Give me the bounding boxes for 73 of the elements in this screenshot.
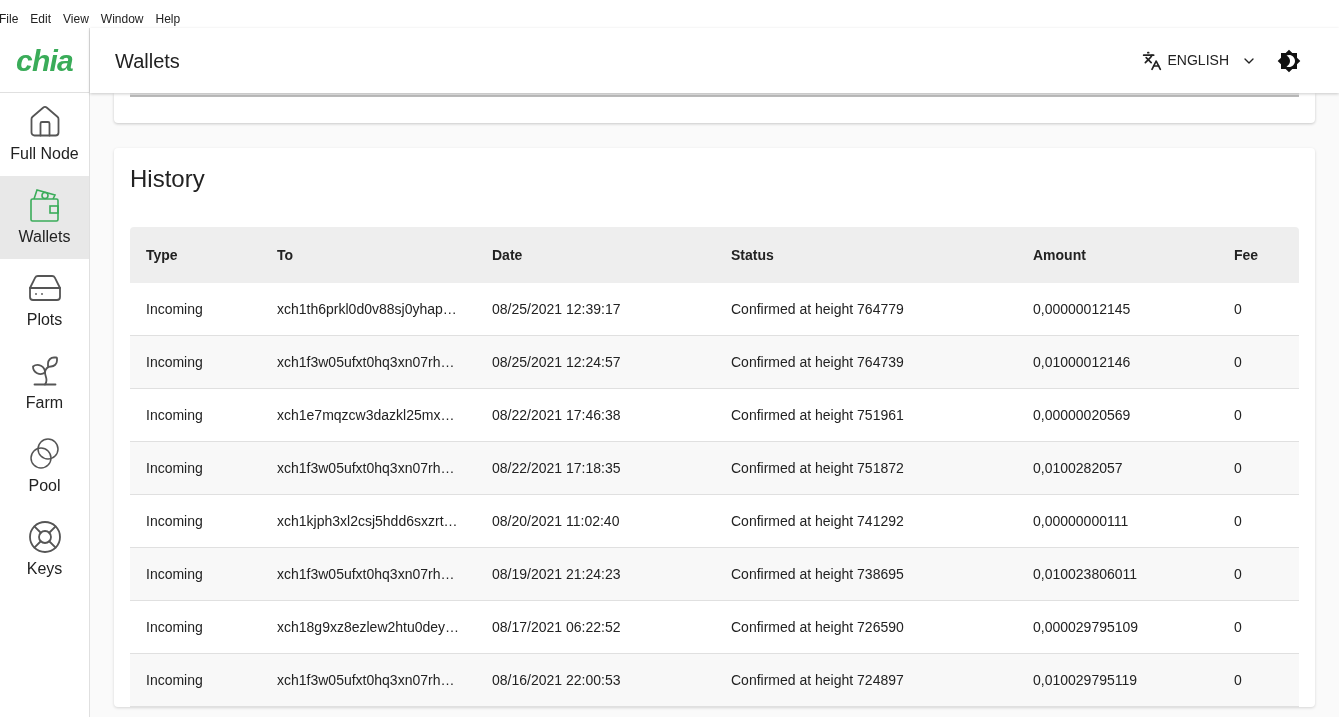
table-cell: 0: [1234, 512, 1242, 529]
column-header: Type: [146, 246, 178, 263]
table-cell: Confirmed at height 764739: [731, 353, 904, 370]
table-cell: 08/25/2021 12:39:17: [492, 300, 621, 317]
sidebar-item[interactable]: Plots: [0, 259, 89, 342]
sidebar-item[interactable]: Full Node: [0, 93, 89, 176]
table-cell: 08/22/2021 17:46:38: [492, 406, 621, 423]
table-cell: 0: [1234, 300, 1242, 317]
wallet-icon: [27, 186, 62, 223]
table-cell: Incoming: [146, 459, 203, 476]
table-cell: Confirmed at height 751872: [731, 459, 904, 476]
table-cell: 0,010023806011: [1033, 565, 1138, 582]
table-cell: xch1kjph3xl2csj5hdd6sxzrt…: [277, 512, 458, 529]
table-cell: Incoming: [146, 300, 203, 317]
menu-item[interactable]: Edit: [30, 10, 52, 28]
table-cell: Confirmed at height 738695: [731, 565, 904, 582]
menu-item[interactable]: View: [63, 10, 89, 28]
table-cell: Confirmed at height 741292: [731, 512, 904, 529]
table-cell: Confirmed at height 764779: [731, 300, 904, 317]
table-cell: 0,0100282057: [1033, 459, 1123, 476]
table-cell: 0: [1234, 618, 1242, 635]
table-cell: xch1f3w05ufxt0hq3xn07rh…: [277, 353, 455, 370]
table-cell: 0,00000020569: [1033, 406, 1131, 423]
table-cell: Confirmed at height 726590: [731, 618, 904, 635]
table-cell: 0,00000012145: [1033, 300, 1131, 317]
table-cell: 0,00000000111: [1033, 512, 1129, 529]
table-cell: Incoming: [146, 671, 203, 688]
table-cell: 08/17/2021 06:22:52: [492, 618, 621, 635]
section-title: History: [130, 164, 206, 194]
table-cell: 08/16/2021 22:00:53: [492, 671, 621, 688]
column-header: Date: [492, 246, 523, 263]
logo: chia: [16, 42, 73, 79]
sidebar-item[interactable]: Keys: [0, 508, 89, 591]
table-cell: xch1f3w05ufxt0hq3xn07rh…: [277, 671, 455, 688]
table-cell: xch1e7mqzcw3dazkl25mx…: [277, 406, 455, 423]
column-header: Fee: [1234, 246, 1259, 263]
menu-item[interactable]: Help: [155, 10, 181, 28]
table-cell: xch1th6prkl0d0v88sj0yhap…: [277, 300, 457, 317]
table-cell: Incoming: [146, 353, 203, 370]
table-cell: xch1f3w05ufxt0hq3xn07rh…: [277, 565, 455, 582]
table-cell: 0,010029795119: [1033, 671, 1138, 688]
table-cell: 0: [1234, 459, 1242, 476]
column-header: Status: [731, 246, 774, 263]
sidebar-item[interactable]: Farm: [0, 342, 89, 425]
language-selector[interactable]: ENGLISH: [1141, 50, 1257, 71]
table-cell: Confirmed at height 724897: [731, 671, 904, 688]
table-cell: xch18g9xz8ezlew2htu0dey…: [277, 618, 460, 635]
table-cell: xch1f3w05ufxt0hq3xn07rh…: [277, 459, 455, 476]
table-cell: 08/20/2021 11:02:40: [492, 512, 620, 529]
table-cell: Incoming: [146, 565, 203, 582]
translate-icon: [1141, 50, 1162, 71]
sidebar-item[interactable]: Wallets: [0, 176, 89, 259]
menu-item[interactable]: File: [0, 10, 19, 28]
table-cell: 08/19/2021 21:24:23: [492, 565, 621, 582]
table-cell: Incoming: [146, 406, 203, 423]
theme-toggle-icon[interactable]: [1277, 48, 1301, 73]
table-cell: 0: [1234, 565, 1242, 582]
table-cell: 0,000029795109: [1033, 618, 1139, 635]
table-cell: Confirmed at height 751961: [731, 406, 904, 423]
life-buoy-icon: [26, 518, 63, 555]
page-title: Wallets: [115, 48, 181, 74]
table-cell: 08/25/2021 12:24:57: [492, 353, 621, 370]
sidebar-item[interactable]: Pool: [0, 425, 89, 508]
table-cell: Incoming: [146, 618, 203, 635]
column-header: To: [277, 246, 294, 263]
table-cell: 0: [1234, 353, 1242, 370]
table-cell: Incoming: [146, 512, 203, 529]
column-header: Amount: [1033, 246, 1086, 263]
table-cell: 08/22/2021 17:18:35: [492, 459, 621, 476]
table-cell: 0,01000012146: [1033, 353, 1131, 370]
table-cell: 0: [1234, 406, 1242, 423]
table-cell: 0: [1234, 671, 1242, 688]
menu-item[interactable]: Window: [100, 10, 144, 28]
